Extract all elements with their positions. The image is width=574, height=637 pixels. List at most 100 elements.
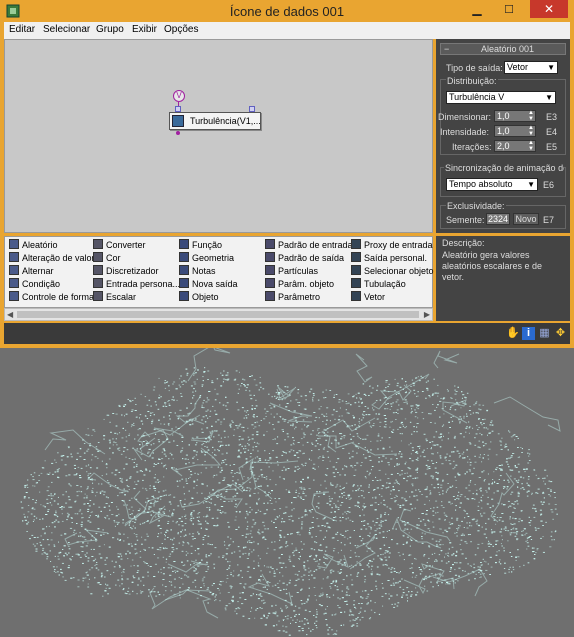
palette-item-label: Partículas <box>278 266 319 276</box>
grid-select-icon[interactable]: ▦ <box>538 327 551 340</box>
menu-grupo[interactable]: Grupo <box>96 24 124 35</box>
sync-key: E6 <box>543 180 555 190</box>
palette-item[interactable]: Alternar <box>9 265 54 277</box>
rollout-header[interactable]: − Aleatório 001 <box>440 43 566 55</box>
palette-item[interactable]: Alteração de valor <box>9 252 95 264</box>
pan-hand-icon[interactable]: ✋ <box>506 327 520 340</box>
palette-item[interactable]: Geometria <box>179 252 234 264</box>
palette-item[interactable]: Aleatório <box>9 239 58 251</box>
scene-viewport[interactable] <box>0 348 574 637</box>
palette-item[interactable]: Discretizador <box>93 265 159 277</box>
palette-item[interactable]: Converter <box>93 239 146 251</box>
palette-item[interactable]: Escalar <box>93 291 136 303</box>
menu-opcoes[interactable]: Opções <box>164 24 198 35</box>
turbulence-node[interactable]: Turbulência(V1,... <box>169 112 261 130</box>
palette-item[interactable]: Função <box>179 239 222 251</box>
palette-item[interactable]: Notas <box>179 265 216 277</box>
palette-item[interactable]: Nova saída <box>179 278 238 290</box>
palette-item-label: Padrão de saída <box>278 253 345 263</box>
iterations-key: E5 <box>546 142 558 152</box>
node-icon <box>172 115 184 127</box>
chevron-down-icon: ▼ <box>545 93 553 102</box>
chevron-down-icon: ▼ <box>547 63 555 72</box>
palette-item-label: Vetor <box>364 292 386 302</box>
operator-icon <box>351 239 361 249</box>
palette-item-label: Saída personal. <box>364 253 428 263</box>
palette-item[interactable]: Controle de forma <box>9 291 94 303</box>
menu-selecionar[interactable]: Selecionar <box>43 24 90 35</box>
operator-icon <box>351 278 361 288</box>
palette-item-label: Selecionar objeto <box>364 266 434 276</box>
palette-item-label: Entrada persona... <box>106 279 181 289</box>
palette-item[interactable]: Partículas <box>265 265 318 277</box>
palette-item[interactable]: Parâm. objeto <box>265 278 334 290</box>
palette-item-label: Notas <box>192 266 216 276</box>
intensity-value: 1,0 <box>497 126 510 136</box>
palette-item[interactable]: Selecionar objeto <box>351 265 434 277</box>
operator-icon <box>9 239 19 249</box>
palette-item[interactable]: Tubulação <box>351 278 406 290</box>
title-bar[interactable]: Ícone de dados 001 ▁ ☐ ✕ <box>0 0 574 22</box>
scroll-thumb[interactable] <box>17 311 419 318</box>
menu-exibir[interactable]: Exibir <box>132 24 157 35</box>
distribution-value: Turbulência V <box>449 92 505 102</box>
palette-item-label: Condição <box>22 279 61 289</box>
node-label: Turbulência(V1,... <box>190 116 261 126</box>
operator-icon <box>9 278 19 288</box>
palette-scrollbar[interactable]: ◀ ▶ <box>4 308 433 321</box>
palette-item[interactable]: Padrão de entrada <box>265 239 353 251</box>
dimension-spinner[interactable]: 1,0 ▲ ▼ <box>494 110 536 122</box>
seed-field[interactable]: 2324 <box>486 213 510 225</box>
palette-item-label: Parâm. objeto <box>278 279 335 289</box>
palette-item-label: Padrão de entrada <box>278 240 353 250</box>
dimension-label: Dimensionar: <box>438 112 492 122</box>
palette-item[interactable]: Vetor <box>351 291 385 303</box>
move-icon[interactable]: ✥ <box>554 327 567 340</box>
iterations-value: 2,0 <box>497 141 510 151</box>
distribution-select[interactable]: Turbulência V ▼ <box>446 91 556 104</box>
palette-item[interactable]: Saída personal. <box>351 252 427 264</box>
palette-item-label: Alternar <box>22 266 54 276</box>
operator-icon <box>265 265 275 275</box>
info-icon[interactable]: i <box>522 327 535 340</box>
iterations-label: Iterações: <box>452 142 492 152</box>
operator-icon <box>265 252 275 262</box>
output-type-select[interactable]: Vetor ▼ <box>504 61 558 74</box>
output-type-label: Tipo de saída: <box>446 63 503 73</box>
operator-icon <box>93 265 103 275</box>
chevron-down-icon: ▼ <box>527 180 535 189</box>
scroll-right-icon[interactable]: ▶ <box>424 310 430 319</box>
node-output-socket[interactable] <box>176 131 180 135</box>
operator-icon <box>93 252 103 262</box>
palette-item[interactable]: Padrão de saída <box>265 252 344 264</box>
operator-icon <box>179 265 189 275</box>
palette-item[interactable]: Parâmetro <box>265 291 320 303</box>
scroll-left-icon[interactable]: ◀ <box>7 310 13 319</box>
node-input-v[interactable]: V <box>173 90 185 102</box>
palette-item-label: Tubulação <box>364 279 406 289</box>
seed-key: E7 <box>543 215 555 225</box>
palette-item[interactable]: Entrada persona... <box>93 278 180 290</box>
menu-editar[interactable]: Editar <box>9 24 35 35</box>
node-graph-view[interactable]: V Turbulência(V1,... <box>4 39 433 233</box>
operator-icon <box>179 239 189 249</box>
operator-icon <box>179 291 189 301</box>
palette-item[interactable]: Condição <box>9 278 60 290</box>
description-text: Aleatório gera valores aleatórios escala… <box>442 250 543 282</box>
palette-item[interactable]: Objeto <box>179 291 219 303</box>
new-seed-button[interactable]: Novo <box>513 213 539 225</box>
sync-select[interactable]: Tempo absoluto ▼ <box>446 178 538 191</box>
palette-item[interactable]: Cor <box>93 252 121 264</box>
palette-item-label: Objeto <box>192 292 219 302</box>
minimize-button[interactable]: ▁ <box>466 2 488 18</box>
operator-icon <box>9 291 19 301</box>
maximize-button[interactable]: ☐ <box>498 2 520 18</box>
palette-item-label: Geometria <box>192 253 235 263</box>
rollout-title: Aleatório 001 <box>481 44 535 54</box>
intensity-spinner[interactable]: 1,0 ▲ ▼ <box>494 125 536 137</box>
close-button[interactable]: ✕ <box>530 0 568 18</box>
iterations-spinner[interactable]: 2,0 ▲ ▼ <box>494 140 536 152</box>
distribution-label: Distribuição: <box>446 76 498 86</box>
palette-item[interactable]: Proxy de entrada <box>351 239 433 251</box>
particle-cloud <box>20 348 561 636</box>
